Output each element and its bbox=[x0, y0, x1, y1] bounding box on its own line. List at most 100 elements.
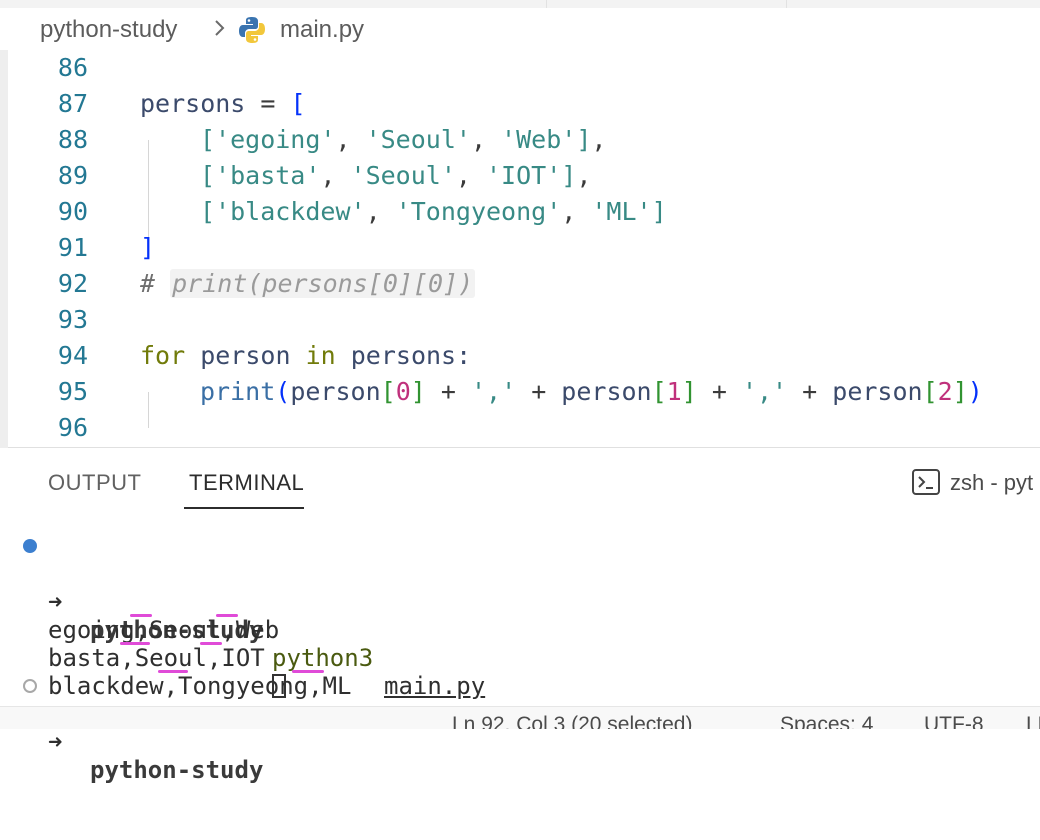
line-number: 92 bbox=[57, 269, 88, 298]
code-text: ['blackdew', 'Tongyeong', 'ML'] bbox=[200, 194, 667, 230]
code-token: = bbox=[245, 89, 291, 118]
line-number: 91 bbox=[57, 233, 88, 262]
prompt-directory: python-study bbox=[90, 756, 264, 784]
tab-terminal[interactable]: TERMINAL bbox=[189, 470, 304, 496]
tab-separator bbox=[546, 0, 547, 8]
code-token: in bbox=[305, 341, 336, 370]
bottom-panel: OUTPUT TERMINAL zsh - pyt ➜ python-study… bbox=[8, 448, 1040, 784]
annotation-underline bbox=[130, 614, 152, 617]
code-token: , bbox=[561, 197, 592, 226]
code-token: + bbox=[425, 377, 471, 406]
code-token: 1 bbox=[666, 377, 682, 406]
code-line[interactable]: 96 bbox=[8, 410, 1040, 446]
breadcrumb-folder[interactable]: python-study bbox=[40, 16, 177, 44]
code-token: print(persons[0][0]) bbox=[170, 269, 476, 298]
code-token: person bbox=[832, 377, 923, 406]
code-token: ] bbox=[952, 377, 968, 406]
code-token: person bbox=[561, 377, 652, 406]
prompt-arrow: ➜ bbox=[48, 728, 63, 756]
tab-output[interactable]: OUTPUT bbox=[48, 470, 141, 496]
code-token: + bbox=[696, 377, 742, 406]
code-token: # bbox=[140, 269, 171, 298]
python-icon bbox=[239, 17, 265, 43]
code-token: , bbox=[591, 125, 607, 154]
code-token: ',' bbox=[470, 377, 517, 406]
code-token: 'Seoul' bbox=[365, 125, 471, 154]
code-token: + bbox=[787, 377, 833, 406]
line-number: 89 bbox=[57, 161, 88, 190]
code-token: 2 bbox=[937, 377, 953, 406]
code-line[interactable]: 89 ['basta', 'Seoul', 'IOT'], bbox=[8, 158, 1040, 194]
code-token: ] bbox=[561, 161, 577, 190]
status-indentation[interactable]: Spaces: 4 bbox=[780, 713, 873, 729]
code-line[interactable]: 94 for person in persons: bbox=[8, 338, 1040, 374]
code-token: 'Web' bbox=[501, 125, 577, 154]
code-token: ) bbox=[967, 377, 983, 406]
line-number: 90 bbox=[57, 197, 88, 226]
breadcrumb-file[interactable]: main.py bbox=[280, 16, 364, 44]
code-token: 'ML' bbox=[591, 197, 652, 226]
code-text: # print(persons[0][0]) bbox=[140, 266, 476, 302]
code-line[interactable]: 92 # print(persons[0][0]) bbox=[8, 266, 1040, 302]
command-pending-dot bbox=[23, 679, 37, 693]
command-success-dot[interactable] bbox=[23, 539, 37, 553]
code-line[interactable]: 95 print(person[0] + ',' + person[1] + ',… bbox=[8, 374, 1040, 410]
code-token: ( bbox=[275, 377, 291, 406]
code-token: [ bbox=[651, 377, 667, 406]
status-bar: Ln 92, Col 3 (20 selected) Spaces: 4 UTF… bbox=[0, 706, 1040, 729]
terminal-output-line: blackdew,Tongyeong,ML bbox=[8, 644, 1040, 700]
code-line[interactable]: 88 ['egoing', 'Seoul', 'Web'], bbox=[8, 122, 1040, 158]
code-line[interactable]: 91] bbox=[8, 230, 1040, 266]
annotation-underline bbox=[120, 642, 150, 645]
code-token: ['blackdew' bbox=[200, 197, 366, 226]
code-token: ] bbox=[410, 377, 426, 406]
code-token: + bbox=[516, 377, 562, 406]
code-editor[interactable]: 86 87 persons = [88 ['egoing', 'Seoul', 'We… bbox=[8, 50, 1040, 447]
editor-left-gutter-bar bbox=[0, 50, 8, 448]
code-token: 'IOT' bbox=[486, 161, 562, 190]
breadcrumb: python-study main.py bbox=[0, 8, 1040, 51]
code-text: ] bbox=[140, 230, 155, 266]
line-number: 95 bbox=[57, 377, 88, 406]
code-line[interactable]: 87 persons = [ bbox=[8, 86, 1040, 122]
code-token: 0 bbox=[395, 377, 411, 406]
status-eol[interactable]: LF bbox=[1026, 713, 1040, 729]
code-text: print(person[0] + ',' + person[1] + ',' … bbox=[200, 374, 983, 410]
top-tab-strip bbox=[0, 0, 1040, 8]
code-token: [ bbox=[922, 377, 938, 406]
active-tab-indicator bbox=[184, 507, 304, 509]
code-token: 'Seoul' bbox=[350, 161, 456, 190]
terminal-icon[interactable] bbox=[912, 469, 940, 495]
code-token: persons bbox=[140, 89, 246, 118]
code-token: , bbox=[576, 161, 592, 190]
code-text: ['basta', 'Seoul', 'IOT'], bbox=[200, 158, 591, 194]
terminal-instance-name[interactable]: zsh - pyt bbox=[950, 470, 1033, 496]
tab-separator bbox=[786, 0, 787, 8]
code-line[interactable]: 93 bbox=[8, 302, 1040, 338]
status-cursor-position[interactable]: Ln 92, Col 3 (20 selected) bbox=[452, 713, 692, 729]
terminal-output-line: basta,Seoul,IOT bbox=[8, 616, 1040, 672]
code-token: ['egoing' bbox=[200, 125, 336, 154]
terminal-prompt-line: ➜ python-study python3 main.py bbox=[8, 532, 1040, 700]
annotation-underline bbox=[200, 642, 222, 645]
code-text: for person in persons: bbox=[140, 338, 471, 374]
code-token: ] bbox=[576, 125, 592, 154]
code-token: [ bbox=[290, 89, 306, 118]
annotation-underline bbox=[216, 614, 238, 617]
status-encoding[interactable]: UTF-8 bbox=[924, 713, 984, 729]
line-number: 86 bbox=[57, 53, 88, 82]
terminal-prompt-line: ➜ python-study bbox=[8, 672, 1040, 784]
code-line[interactable]: 86 bbox=[8, 50, 1040, 86]
panel-tabs: OUTPUT TERMINAL zsh - pyt bbox=[8, 448, 1040, 516]
code-token: ] bbox=[140, 233, 156, 262]
code-token: , bbox=[335, 125, 366, 154]
line-number: 87 bbox=[57, 89, 88, 118]
code-token: 'Tongyeong' bbox=[395, 197, 562, 226]
code-token: , bbox=[455, 161, 486, 190]
code-token: print bbox=[200, 377, 276, 406]
code-token: person bbox=[290, 377, 381, 406]
code-token: , bbox=[320, 161, 351, 190]
code-token: person bbox=[185, 341, 306, 370]
line-number: 93 bbox=[57, 305, 88, 334]
code-line[interactable]: 90 ['blackdew', 'Tongyeong', 'ML'] bbox=[8, 194, 1040, 230]
